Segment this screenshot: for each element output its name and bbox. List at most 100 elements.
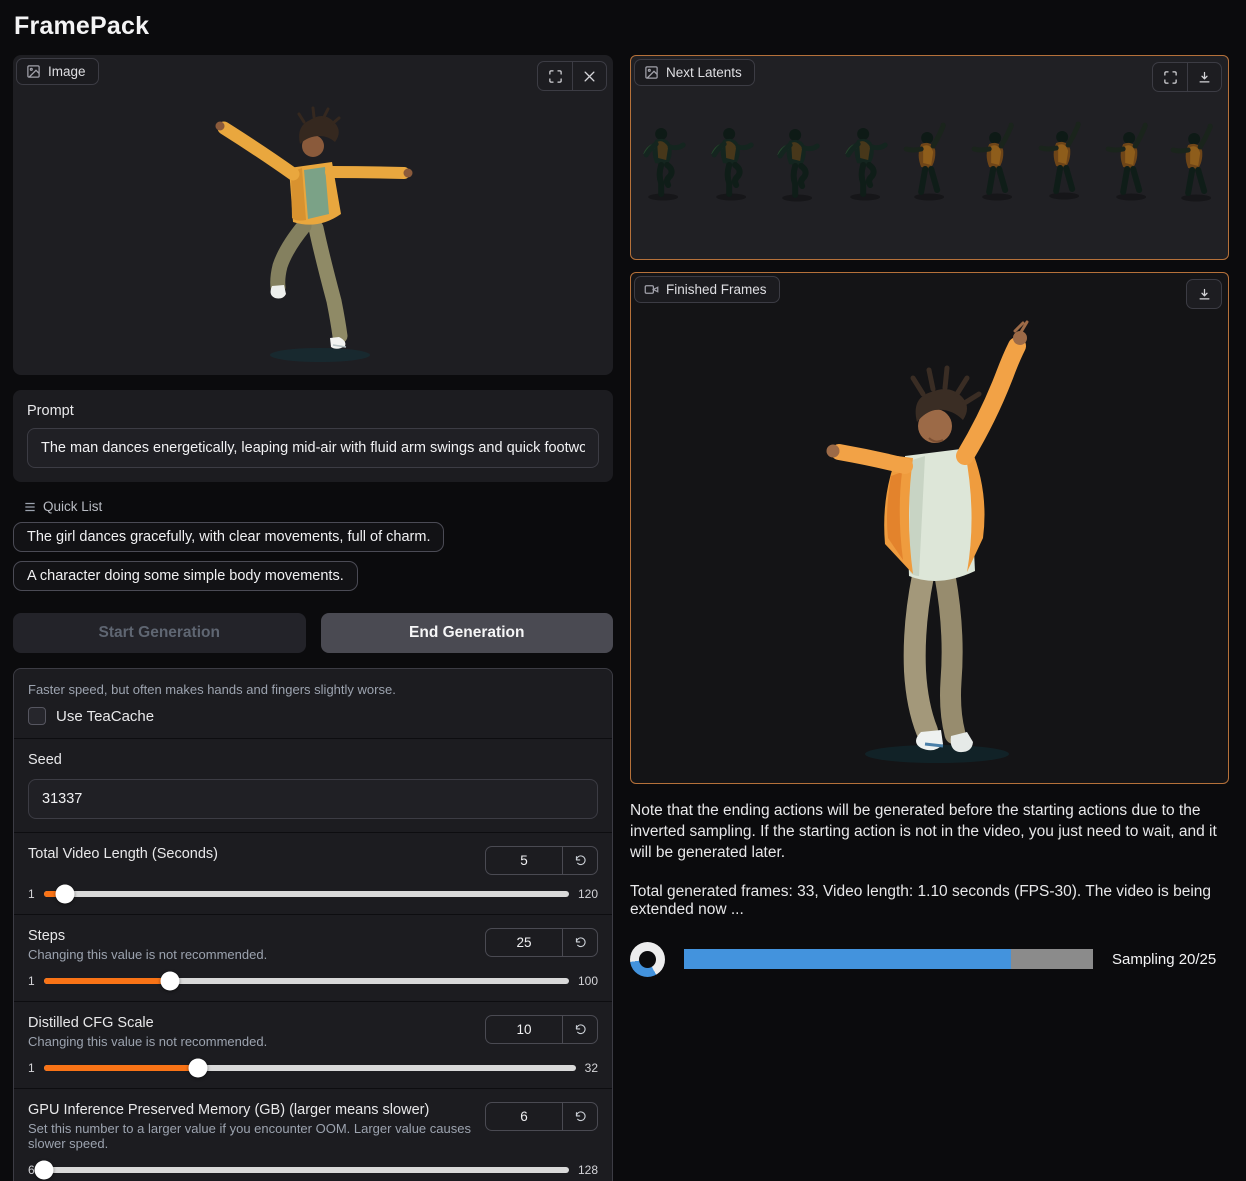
- list-icon: [25, 502, 35, 511]
- video-length-value[interactable]: [486, 847, 562, 874]
- steps-label: Steps: [28, 928, 66, 944]
- cfg-scale-max: 32: [584, 1061, 598, 1075]
- next-latents-label: Next Latents: [634, 59, 755, 86]
- gpu-memory-reset-button[interactable]: [562, 1103, 597, 1130]
- next-latents-actions: [1152, 62, 1222, 92]
- latent-frame: [1161, 113, 1228, 208]
- image-icon: [27, 65, 40, 78]
- cfg-scale-value[interactable]: [486, 1016, 562, 1043]
- cfg-scale-slider[interactable]: [43, 1058, 576, 1078]
- video-length-number-box: [485, 846, 598, 875]
- image-icon: [645, 66, 658, 79]
- generation-summary: Total generated frames: 33, Video length…: [630, 882, 1212, 918]
- finished-frames-panel[interactable]: Finished Frames: [630, 272, 1229, 784]
- app-title: FramePack: [14, 12, 150, 40]
- reset-icon: [575, 937, 586, 948]
- latent-frame: [697, 113, 764, 208]
- gpu-memory-slider-handle[interactable]: [34, 1160, 54, 1180]
- finished-frames-video: [737, 275, 1122, 781]
- teacache-checkbox[interactable]: [28, 707, 46, 725]
- reset-icon: [575, 1024, 586, 1035]
- image-input-panel[interactable]: Image: [13, 55, 613, 375]
- quick-list-header: Quick List: [23, 499, 613, 514]
- cfg-scale-info: Changing this value is not recommended.: [28, 1034, 268, 1049]
- gpu-memory-value[interactable]: [486, 1103, 562, 1130]
- video-length-max: 120: [577, 887, 598, 901]
- cfg-scale-block: Distilled CFG Scale Changing this value …: [14, 1001, 612, 1088]
- main-layout: Image Prompt The man dances energeticall…: [0, 49, 1246, 1181]
- fullscreen-icon: [1163, 70, 1177, 84]
- app-header: FramePack: [0, 0, 1246, 49]
- teacache-info: Faster speed, but often makes hands and …: [28, 682, 396, 697]
- fullscreen-button[interactable]: [538, 62, 572, 90]
- teacache-label: Use TeaCache: [56, 707, 155, 725]
- video-length-slider-handle[interactable]: [55, 884, 75, 904]
- quick-list-item[interactable]: The girl dances gracefully, with clear m…: [13, 522, 445, 552]
- download-icon: [1199, 288, 1209, 299]
- reset-icon: [575, 1111, 586, 1122]
- latent-frame: [1029, 113, 1096, 208]
- download-button[interactable]: [1187, 280, 1221, 308]
- teacache-block: Faster speed, but often makes hands and …: [14, 669, 612, 738]
- start-generation-button[interactable]: Start Generation: [13, 613, 306, 653]
- quick-list-item[interactable]: A character doing some simple body movem…: [13, 561, 358, 591]
- gpu-memory-info: Set this number to a larger value if you…: [28, 1121, 471, 1151]
- steps-info: Changing this value is not recommended.: [28, 947, 268, 962]
- video-length-reset-button[interactable]: [562, 847, 597, 874]
- sampling-progress-label: Sampling 20/25: [1112, 950, 1217, 968]
- end-generation-button[interactable]: End Generation: [320, 613, 613, 653]
- video-length-block: Total Video Length (Seconds) 1: [14, 832, 612, 914]
- latent-frame: [1095, 113, 1162, 208]
- cfg-scale-slider-handle[interactable]: [188, 1058, 208, 1078]
- cfg-scale-reset-button[interactable]: [562, 1016, 597, 1043]
- steps-min: 1: [28, 974, 35, 988]
- reset-icon: [575, 855, 586, 866]
- generation-buttons: Start Generation End Generation: [13, 613, 613, 653]
- steps-value[interactable]: [486, 929, 562, 956]
- video-length-label: Total Video Length (Seconds): [28, 846, 218, 862]
- next-latents-label-text: Next Latents: [666, 65, 742, 80]
- sampling-note: Note that the ending actions will be gen…: [630, 802, 1217, 862]
- teacache-checkbox-row[interactable]: Use TeaCache: [28, 707, 598, 725]
- seed-label: Seed: [28, 752, 62, 768]
- fullscreen-icon: [548, 69, 562, 83]
- cfg-scale-number-box: [485, 1015, 598, 1044]
- left-column: Image Prompt The man dances energeticall…: [13, 55, 613, 1181]
- gpu-memory-number-box: [485, 1102, 598, 1131]
- seed-block: Seed: [14, 738, 612, 832]
- quick-list-label: Quick List: [43, 499, 103, 514]
- image-panel-label-text: Image: [48, 64, 86, 79]
- prompt-label: Prompt: [27, 403, 74, 419]
- cfg-scale-min: 1: [28, 1061, 35, 1075]
- gpu-memory-slider[interactable]: [34, 1160, 569, 1180]
- prompt-block: Prompt: [13, 390, 613, 482]
- latent-frame: [962, 113, 1029, 208]
- video-length-slider[interactable]: [43, 884, 569, 904]
- clear-image-button[interactable]: [572, 62, 606, 90]
- steps-slider-handle[interactable]: [160, 971, 180, 991]
- loading-spinner-icon: [630, 941, 665, 977]
- gpu-memory-block: GPU Inference Preserved Memory (GB) (lar…: [14, 1088, 612, 1181]
- progress-row: Sampling 20/25: [630, 941, 1229, 977]
- image-panel-actions: [537, 61, 607, 91]
- steps-block: Steps Changing this value is not recomme…: [14, 914, 612, 1001]
- right-column: Next Latents Finished Frames Note that t…: [630, 55, 1229, 977]
- image-panel-label: Image: [16, 58, 99, 85]
- fullscreen-button[interactable]: [1153, 63, 1187, 91]
- latent-frame: [830, 113, 897, 208]
- finished-frames-label-text: Finished Frames: [666, 282, 767, 297]
- steps-reset-button[interactable]: [562, 929, 597, 956]
- settings-group: Faster speed, but often makes hands and …: [13, 668, 613, 1181]
- video-icon: [644, 285, 659, 294]
- seed-input[interactable]: [28, 779, 598, 819]
- download-button[interactable]: [1187, 63, 1221, 91]
- sampling-progress-fill: [684, 949, 1012, 970]
- gpu-memory-max: 128: [577, 1163, 598, 1177]
- sampling-progress-bar: [684, 949, 1093, 970]
- close-icon: [584, 71, 595, 81]
- input-image: [191, 56, 435, 374]
- prompt-input[interactable]: [27, 428, 599, 468]
- steps-slider[interactable]: [43, 971, 569, 991]
- gpu-memory-label: GPU Inference Preserved Memory (GB) (lar…: [28, 1102, 430, 1118]
- next-latents-panel[interactable]: Next Latents: [630, 55, 1229, 260]
